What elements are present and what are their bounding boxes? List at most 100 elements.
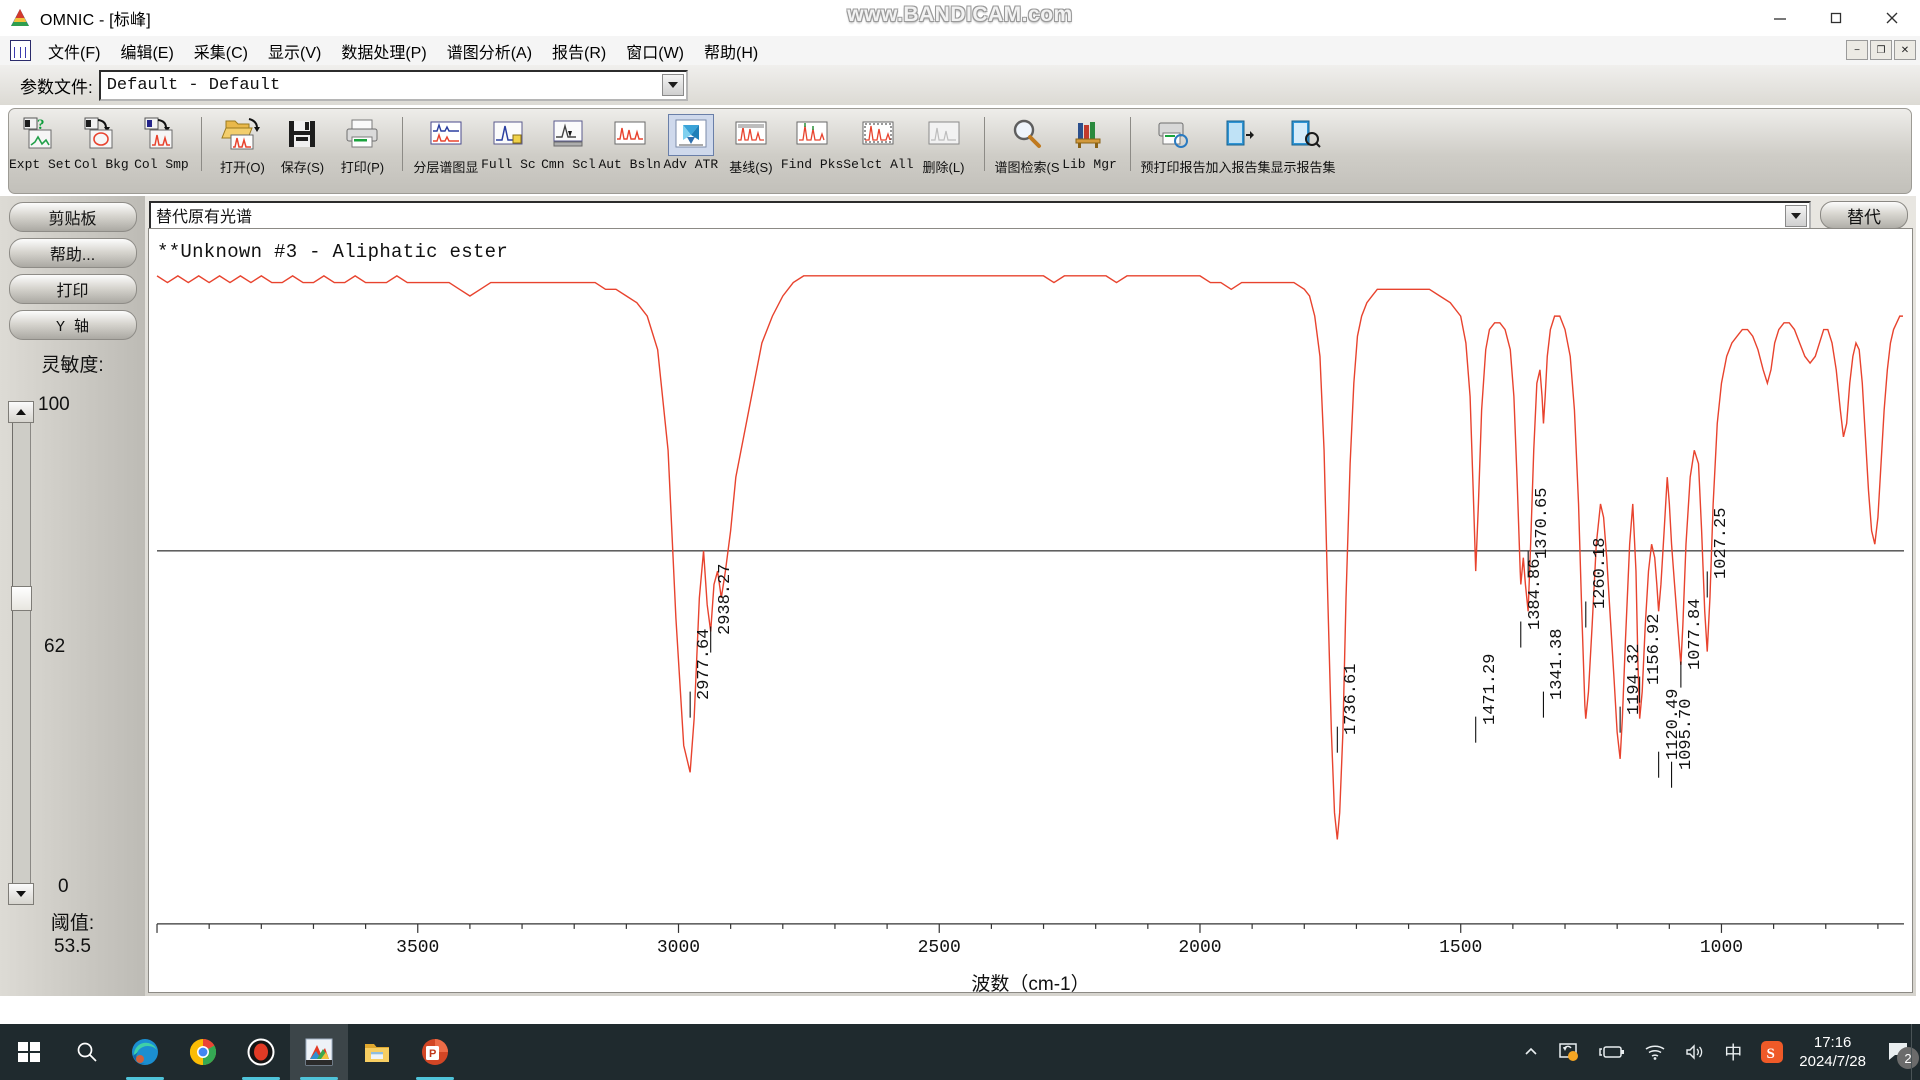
toolbar-label: 打开(O) [220, 160, 265, 175]
chrome-button[interactable] [174, 1024, 232, 1080]
help-button[interactable]: 帮助... [8, 238, 137, 268]
menu-item-analyze[interactable]: 谱图分析(A) [437, 36, 542, 66]
common-scale-icon [546, 115, 590, 155]
spectrum-plot[interactable]: **Unknown #3 - Aliphatic ester 2977.64 29… [148, 228, 1913, 995]
svg-text:S: S [1767, 1046, 1775, 1062]
toolbar-button-baseline[interactable]: 基线(S) [721, 109, 781, 176]
edge-button[interactable] [116, 1024, 174, 1080]
x-axis-tick-label: 3000 [656, 937, 701, 958]
sensitivity-slider-thumb[interactable] [11, 586, 32, 611]
battery-charging-icon[interactable] [1598, 1043, 1626, 1061]
toolbar-button-auto-baseline[interactable]: Aut Bsln [598, 109, 661, 172]
auto-baseline-icon [608, 115, 652, 155]
toolbar-button-show-report[interactable]: 显示报告集 [1271, 109, 1336, 176]
menu-item-edit[interactable]: 编辑(E) [110, 36, 183, 66]
sensitivity-slider[interactable] [8, 401, 34, 905]
x-axis-title: 波数（cm-1） [971, 973, 1090, 995]
maximize-icon[interactable] [1808, 0, 1864, 36]
menu-item-process[interactable]: 数据处理(P) [331, 36, 436, 66]
minimize-icon[interactable] [1752, 0, 1808, 36]
clock-time: 17:16 [1813, 1034, 1852, 1051]
menu-item-help[interactable]: 帮助(H) [694, 36, 768, 66]
collect-background-icon [79, 115, 123, 155]
toolbar-button-select-all[interactable]: Selct All [843, 109, 914, 172]
search-button[interactable] [58, 1024, 116, 1080]
x-axis-tick-label: 1500 [1439, 937, 1483, 958]
select-all-icon [856, 115, 900, 155]
toolbar-button-lib-mgr[interactable]: Lib Mgr [1060, 109, 1120, 172]
explorer-button[interactable] [348, 1024, 406, 1080]
window-title-bar: OMNIC - [标峰] www.BANDICAM.com [0, 0, 1920, 37]
replace-button[interactable]: 替代 [1820, 201, 1908, 229]
omnic-application-window: OMNIC - [标峰] www.BANDICAM.com 文件(F) 编辑(E… [0, 0, 1920, 1080]
toolbar-button-find-peaks[interactable]: Find Pks [781, 109, 843, 172]
toolbar-button-adv-atr[interactable]: Adv ATR [661, 109, 721, 172]
left-control-panel: 剪贴板 帮助... 打印 Y 轴 灵敏度: 100 62 0 阈值: 53.5 [0, 196, 145, 996]
toolbar-button-print[interactable]: 打印(P) [332, 109, 392, 176]
delete-icon [922, 115, 966, 155]
toolbar-label: Lib Mgr [1062, 157, 1117, 172]
chevron-up-icon[interactable] [1522, 1043, 1540, 1061]
toolbar-button-delete[interactable]: 删除(L) [914, 109, 974, 176]
clipboard-button[interactable]: 剪贴板 [8, 202, 137, 232]
menu-item-file[interactable]: 文件(F) [38, 36, 110, 66]
toolbar-button-search-library[interactable]: 谱图检索(S [995, 109, 1060, 176]
omnic-button[interactable] [290, 1024, 348, 1080]
clock[interactable]: 17:16 2024/7/28 [1799, 1033, 1866, 1071]
mdi-restore-button[interactable]: ❐ [1870, 40, 1892, 60]
toolbar-label: Col Bkg [74, 157, 129, 172]
chevron-down-icon[interactable] [1785, 204, 1807, 227]
chevron-down-icon[interactable] [661, 73, 684, 96]
parameter-file-combobox[interactable]: Default - Default [98, 69, 688, 101]
toolbar-button-col-bkg[interactable]: Col Bkg [71, 109, 131, 172]
toolbar-button-stacked-spectra[interactable]: 分层谱图显 [413, 109, 478, 176]
sensitivity-current-value: 62 [44, 636, 66, 657]
wifi-icon[interactable] [1644, 1043, 1666, 1061]
spectrum-header: 替代原有光谱 替代 [145, 196, 1916, 231]
mdi-window-controls: − ❐ ✕ [1846, 40, 1916, 60]
toolbar-button-save[interactable]: 保存(S) [272, 109, 332, 176]
print-button[interactable]: 打印 [8, 274, 137, 304]
speaker-icon[interactable] [1684, 1043, 1706, 1061]
toolbar-button-col-smp[interactable]: Col Smp [131, 109, 191, 172]
toolbar-separator [201, 117, 203, 171]
sogou-icon[interactable]: S [1760, 1040, 1784, 1064]
main-toolbar: ? Expt Set Col Bkg Col Smp 打开(O) 保存(S) 打… [8, 108, 1912, 194]
window-title: OMNIC - [标峰] [40, 12, 151, 29]
menu-item-view[interactable]: 显示(V) [258, 36, 331, 66]
start-button[interactable] [0, 1024, 58, 1080]
y-axis-button[interactable]: Y 轴 [8, 310, 137, 340]
powerpoint-button[interactable]: P [406, 1024, 464, 1080]
sensitivity-slider-track[interactable] [12, 421, 31, 885]
toolbar-label: 谱图检索(S [994, 160, 1060, 175]
menu-item-report[interactable]: 报告(R) [542, 36, 616, 66]
toolbar-button-add-to-report[interactable]: 加入报告集 [1206, 109, 1271, 176]
menu-item-window[interactable]: 窗口(W) [616, 36, 694, 66]
peak-label: 2977.64 [695, 628, 715, 700]
mdi-close-button[interactable]: ✕ [1894, 40, 1916, 60]
threshold-value: 53.5 [54, 936, 91, 957]
sensitivity-max-value: 100 [38, 394, 70, 415]
omnic-app-icon [9, 7, 31, 29]
peak-label: 1095.70 [1676, 698, 1696, 770]
sensitivity-decrease-button[interactable] [8, 883, 34, 905]
show-desktop-button[interactable] [1911, 1024, 1920, 1080]
mdi-minimize-button[interactable]: − [1846, 40, 1868, 60]
toolbar-button-common-scale[interactable]: Cmn Scl [538, 109, 598, 172]
close-icon[interactable] [1864, 0, 1920, 36]
toolbar-label: Selct All [843, 157, 914, 172]
onedrive-sync-icon[interactable] [1558, 1041, 1580, 1063]
toolbar-button-print-preview-report[interactable]: 预打印报告 [1141, 109, 1206, 176]
x-axis-tick-label: 2500 [917, 937, 961, 958]
toolbar-button-expt-set[interactable]: ? Expt Set [9, 109, 71, 172]
toolbar-button-open[interactable]: 打开(O) [212, 109, 272, 176]
notification-center-icon[interactable]: 2 [1887, 1041, 1919, 1069]
library-manager-icon [1068, 115, 1112, 155]
ime-indicator[interactable]: 中 [1724, 1039, 1742, 1065]
spectrum-target-combobox[interactable]: 替代原有光谱 [149, 200, 1811, 230]
recorder-button[interactable] [232, 1024, 290, 1080]
toolbar-button-full-scale[interactable]: Full Sc [478, 109, 538, 172]
sensitivity-increase-button[interactable] [8, 401, 34, 423]
menu-item-collect[interactable]: 采集(C) [184, 36, 258, 66]
sensitivity-min-value: 0 [58, 876, 69, 897]
